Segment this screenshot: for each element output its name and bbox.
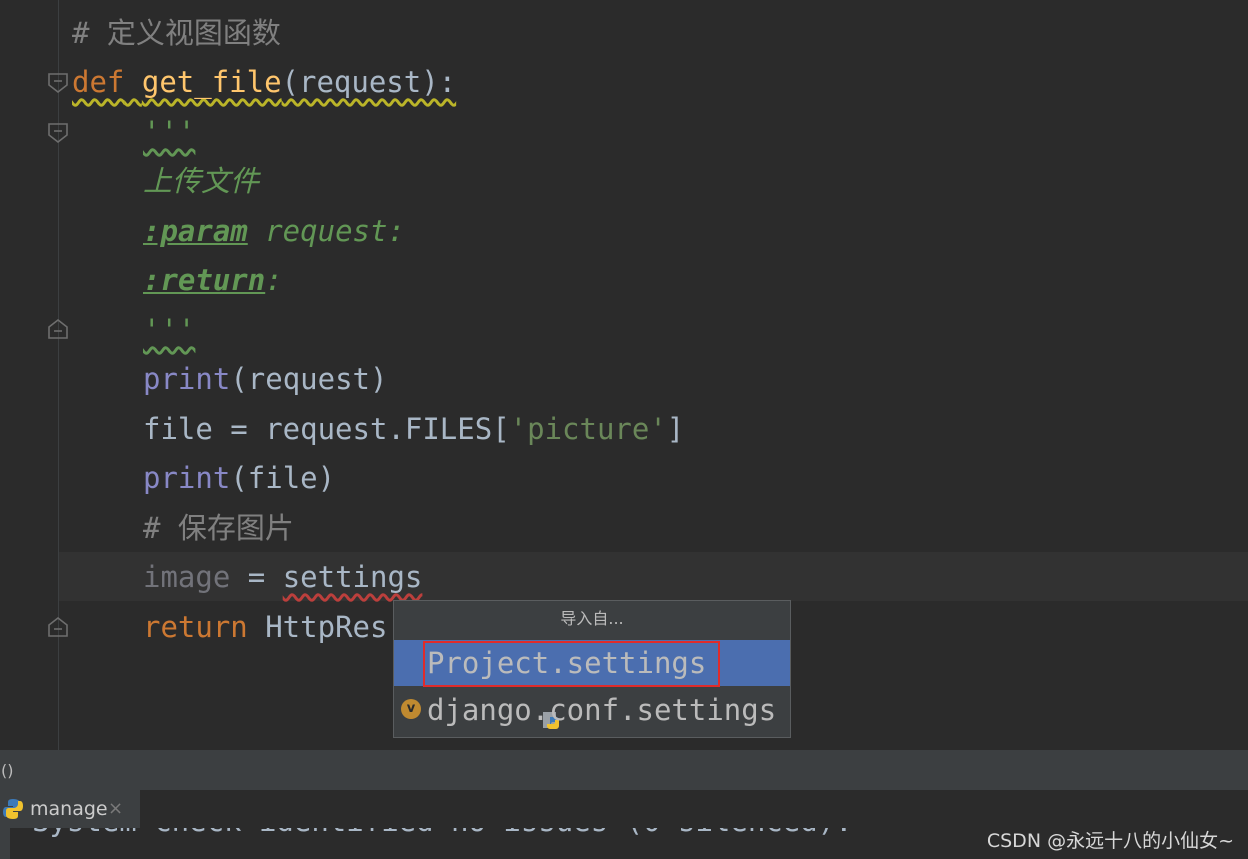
print-args: (request): [230, 362, 388, 396]
function-signature: (request):: [281, 65, 457, 99]
assign-operator: =: [230, 560, 283, 594]
file-assign-pre: file = request.FILES[: [143, 412, 510, 446]
file-assign-post: ]: [666, 412, 685, 446]
docstring-param-tag: :param: [143, 214, 248, 248]
docstring-return-colon: :: [265, 263, 283, 297]
function-name: get_file: [141, 65, 282, 99]
popup-title: 导入自...: [560, 609, 624, 628]
console-output: System check identified no issues (0 sil…: [32, 804, 853, 838]
python-icon: [2, 798, 24, 820]
popup-item-django-settings[interactable]: v django.conf.settings: [394, 687, 790, 733]
code-line-doc-desc[interactable]: 上传文件: [143, 157, 259, 206]
code-line-image-assign[interactable]: image = settings: [143, 553, 422, 602]
run-tab-manage[interactable]: manage ×: [0, 790, 140, 828]
popup-item-project-settings[interactable]: Project.settings: [394, 640, 790, 729]
def-statement: def get_file(request):: [72, 65, 456, 99]
fold-open-icon[interactable]: [47, 72, 69, 94]
fold-close-icon[interactable]: [47, 318, 69, 340]
fold-close-icon[interactable]: [47, 616, 69, 638]
code-line-comment[interactable]: # 保存图片: [143, 504, 294, 553]
fold-open-icon[interactable]: [47, 122, 69, 144]
code-editor[interactable]: # 定义视图函数 def get_file(request): ''' 上传文件…: [0, 0, 1248, 750]
popup-item-label: django.conf.settings: [427, 693, 777, 727]
unresolved-reference: settings: [282, 560, 423, 594]
docstring-return-tag: :return: [143, 263, 266, 297]
popup-item-label: Project.settings: [427, 646, 707, 680]
docstring-description: 上传文件: [143, 164, 260, 198]
breadcrumb-text: (): [1, 761, 14, 780]
code-line-doc-open[interactable]: ''': [143, 108, 195, 157]
return-keyword: return: [143, 610, 248, 644]
unused-variable: image: [143, 560, 231, 594]
code-line-comment[interactable]: # 定义视图函数: [72, 9, 281, 58]
comment-text: # 保存图片: [143, 511, 294, 545]
code-line-doc-return[interactable]: :return:: [143, 256, 283, 305]
print-builtin: print: [143, 461, 231, 495]
watermark: CSDN @永远十八的小仙女~: [986, 830, 1234, 852]
code-line-print-request[interactable]: print(request): [143, 355, 387, 404]
python-module-icon: [401, 652, 559, 729]
print-builtin: print: [143, 362, 231, 396]
string-literal: 'picture': [509, 412, 667, 446]
code-line-print-file[interactable]: print(file): [143, 454, 335, 503]
docstring-param-text: request:: [247, 214, 405, 248]
variable-icon: v: [401, 699, 423, 721]
docstring-close: ''': [143, 313, 196, 347]
run-tab-label: manage: [30, 798, 108, 820]
return-value: HttpRes: [247, 610, 388, 644]
import-from-popup[interactable]: 导入自... Project.settings v django.conf.se…: [393, 600, 791, 738]
def-keyword: def: [72, 65, 125, 99]
code-line-return[interactable]: return HttpRes: [143, 603, 387, 652]
code-line-file-assign[interactable]: file = request.FILES['picture']: [143, 405, 684, 454]
code-line-def[interactable]: def get_file(request):: [72, 58, 456, 107]
console-toolbar-strip: [0, 828, 10, 859]
docstring-open: ''': [143, 115, 196, 149]
print-args: (file): [230, 461, 336, 495]
breadcrumb-bar: (): [0, 752, 1248, 790]
code-line-doc-close[interactable]: ''': [143, 306, 195, 355]
close-icon[interactable]: ×: [108, 790, 123, 828]
code-line-doc-param[interactable]: :param request:: [143, 207, 405, 256]
comment-text: # 定义视图函数: [72, 16, 281, 50]
